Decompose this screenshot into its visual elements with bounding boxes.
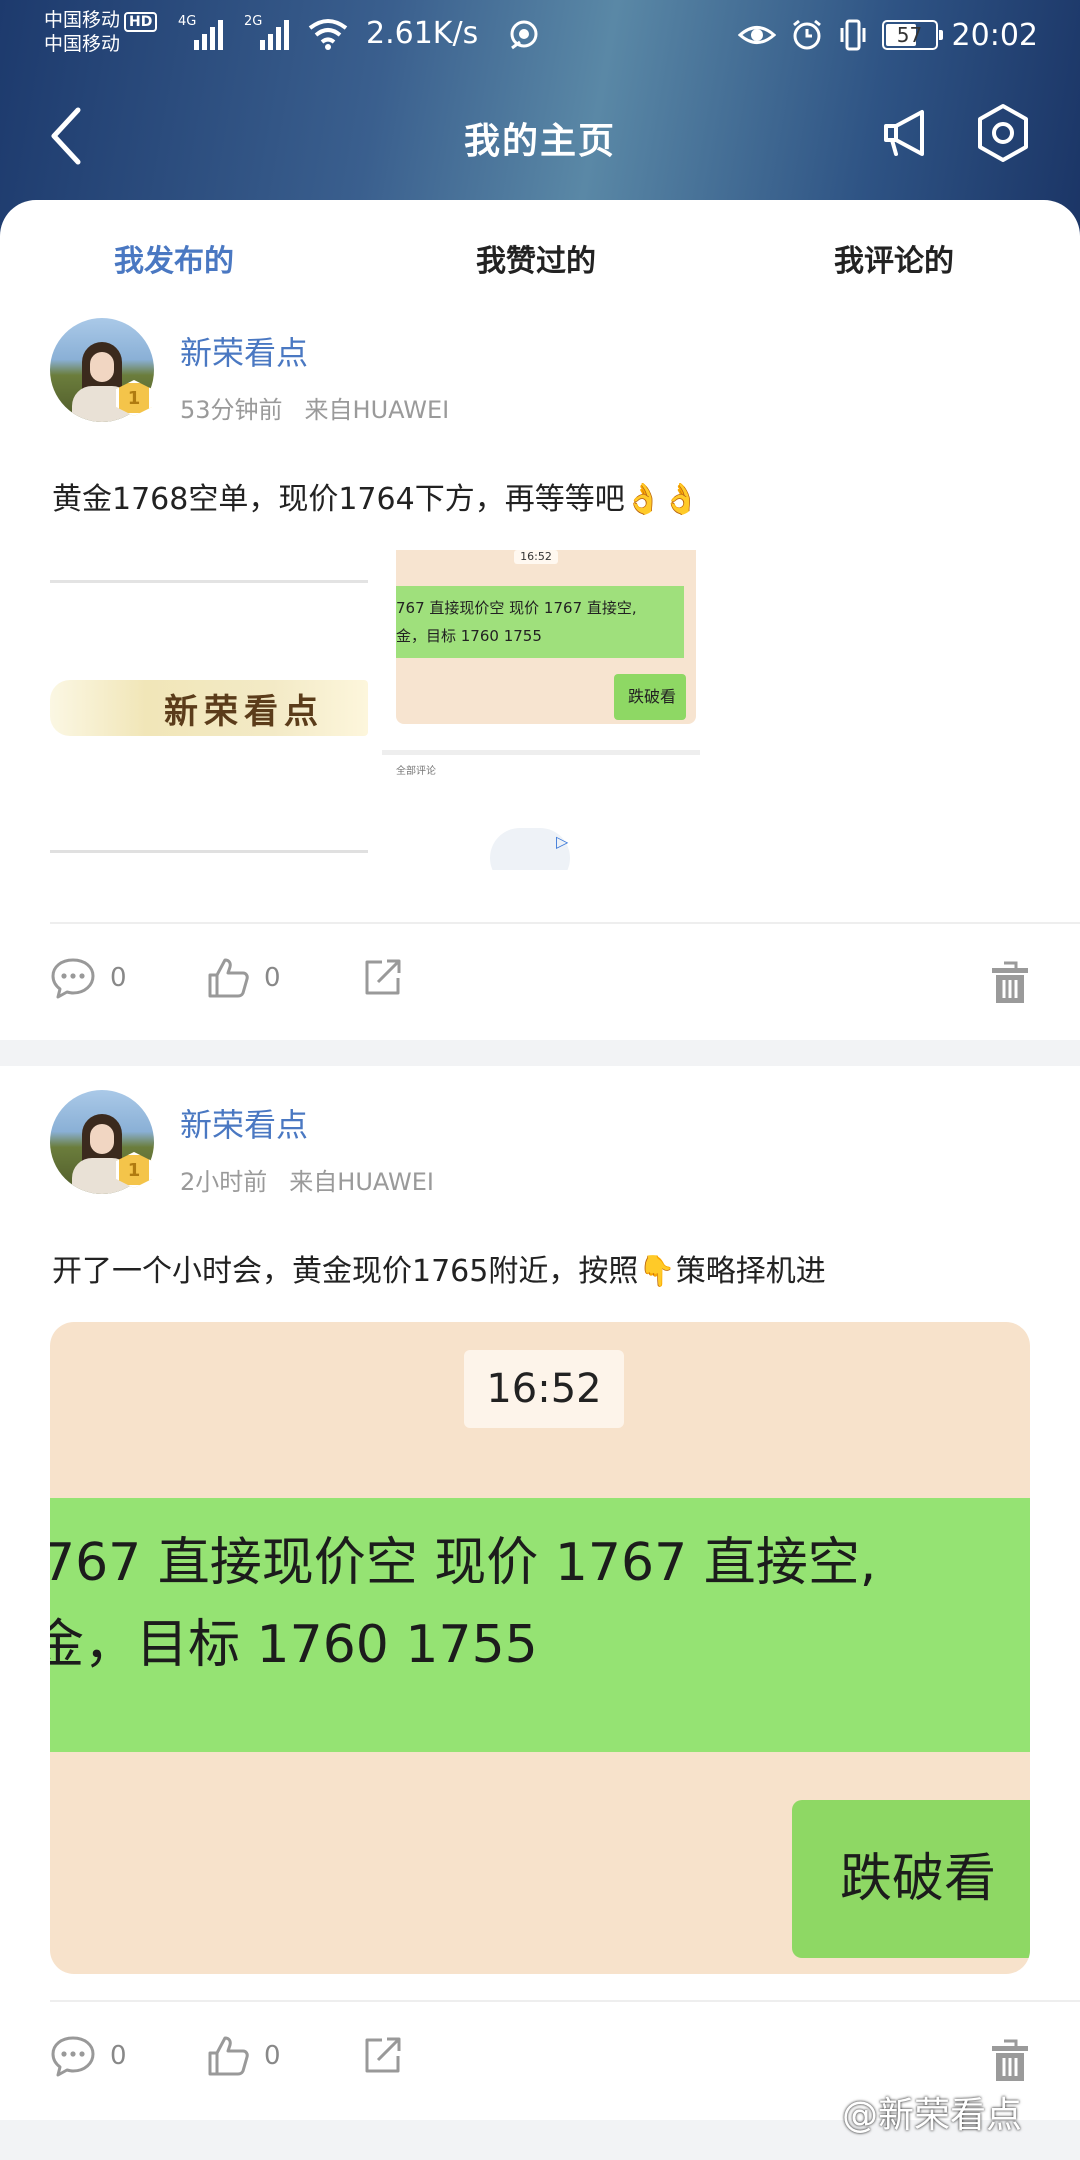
trash-icon[interactable] bbox=[990, 960, 1030, 1006]
app-root: 中国移动 HD 中国移动 4G 2G 2.61K/s 57 20:02 我的主页… bbox=[0, 0, 1080, 2160]
post-text: 黄金1768空单，现价1764下方，再等等吧👌👌 bbox=[52, 482, 700, 517]
post-text: 开了一个小时会，黄金现价1765附近，按照👇策略择机进 bbox=[52, 1254, 826, 1289]
hd-badge: HD bbox=[124, 12, 158, 32]
thumbs-up-icon bbox=[208, 2036, 249, 2076]
like-action[interactable]: 0 bbox=[206, 956, 281, 1000]
battery-indicator: 57 bbox=[881, 20, 943, 50]
comment-count: 0 bbox=[110, 2041, 127, 2071]
megaphone-icon[interactable] bbox=[878, 104, 938, 164]
section-gap bbox=[0, 1040, 1080, 1066]
send-icon: ▷ bbox=[556, 832, 569, 851]
clock: 20:02 bbox=[951, 17, 1038, 53]
like-action[interactable]: 0 bbox=[206, 2034, 281, 2078]
carrier-info: 中国移动 HD 中国移动 bbox=[44, 8, 158, 56]
chat-reply: 跌破看 bbox=[792, 1800, 1030, 1958]
comment-count: 0 bbox=[110, 963, 127, 993]
post-time: 53分钟前 bbox=[180, 396, 283, 424]
signal-2g-icon bbox=[260, 20, 289, 50]
chat-message: 767 直接现价空 现价 1767 直接空, 金，目标 1760 1755 bbox=[50, 1498, 1030, 1752]
chat-message: 767 直接现价空 现价 1767 直接空, 金，目标 1760 1755 bbox=[396, 586, 684, 658]
post-time: 2小时前 bbox=[180, 1168, 268, 1196]
share-icon bbox=[365, 959, 401, 995]
like-count: 0 bbox=[264, 963, 281, 993]
share-action[interactable] bbox=[362, 2034, 404, 2076]
post-meta: 53分钟前 来自HUAWEI bbox=[180, 390, 449, 425]
post-image-large[interactable]: 16:52 767 直接现价空 现价 1767 直接空, 金，目标 1760 1… bbox=[50, 1322, 1030, 1974]
chat-reply: 跌破看 bbox=[614, 674, 686, 720]
post-actions: 0 0 bbox=[0, 956, 1080, 1016]
comment-action[interactable]: 0 bbox=[50, 2034, 127, 2078]
chat-line-1: 767 直接现价空 现价 1767 直接空, bbox=[50, 1533, 877, 1593]
navigation-bar: 我的主页 bbox=[0, 90, 1080, 186]
comment-bubble-icon bbox=[51, 958, 95, 999]
tab-bar: 我发布的 我赞过的 我评论的 bbox=[0, 236, 1080, 280]
tab-my-posts[interactable]: 我发布的 bbox=[114, 236, 234, 280]
post-actions: 0 0 bbox=[0, 2034, 1080, 2094]
chat-time: 16:52 bbox=[464, 1350, 624, 1428]
signal-4g-icon bbox=[194, 20, 223, 50]
post-image-thumbnail-1[interactable]: 新荣看点 bbox=[50, 580, 368, 866]
share-action[interactable] bbox=[362, 956, 404, 998]
tab-my-likes[interactable]: 我赞过的 bbox=[476, 236, 596, 280]
post-image-thumbnail-2[interactable]: 16:52 767 直接现价空 现价 1767 直接空, 金，目标 1760 1… bbox=[382, 550, 700, 870]
post-source: 来自HUAWEI bbox=[289, 1168, 434, 1196]
chat-line-1: 767 直接现价空 现价 1767 直接空, bbox=[396, 599, 637, 617]
comment-bubble-icon bbox=[51, 2036, 95, 2077]
vibrate-icon bbox=[840, 19, 866, 51]
all-comments-label: 全部评论 bbox=[396, 766, 436, 777]
carrier-name-1: 中国移动 bbox=[44, 9, 121, 31]
status-bar: 中国移动 HD 中国移动 4G 2G 2.61K/s 57 20:02 bbox=[0, 0, 1080, 70]
share-icon bbox=[365, 2037, 401, 2073]
chat-time: 16:52 bbox=[514, 550, 558, 564]
chat-line-2: 金，目标 1760 1755 bbox=[50, 1615, 538, 1675]
eye-comfort-icon bbox=[737, 26, 776, 44]
divider bbox=[50, 2000, 1080, 2002]
post-source: 来自HUAWEI bbox=[304, 396, 450, 424]
status-right-group: 57 20:02 bbox=[737, 14, 1038, 56]
post-meta: 2小时前 来自HUAWEI bbox=[180, 1162, 434, 1197]
author-name[interactable]: 新荣看点 bbox=[180, 1100, 308, 1146]
author-name[interactable]: 新荣看点 bbox=[180, 328, 308, 374]
carrier-name-2: 中国移动 bbox=[44, 33, 121, 55]
settings-hexagon-icon[interactable] bbox=[970, 100, 1036, 166]
alarm-icon bbox=[792, 19, 821, 50]
tab-my-comments[interactable]: 我评论的 bbox=[834, 236, 954, 280]
banner-text: 新荣看点 bbox=[164, 692, 324, 732]
wifi-icon bbox=[308, 19, 348, 50]
comment-action[interactable]: 0 bbox=[50, 956, 127, 1000]
watermark: @新荣看点 bbox=[842, 2095, 1023, 2136]
like-count: 0 bbox=[264, 2041, 281, 2071]
battery-level: 57 bbox=[896, 23, 923, 47]
trash-icon[interactable] bbox=[990, 2038, 1030, 2084]
divider bbox=[50, 922, 1080, 924]
chat-line-2: 金，目标 1760 1755 bbox=[396, 627, 542, 645]
network-speed: 2.61K/s bbox=[366, 16, 479, 51]
hotspot-icon bbox=[510, 20, 538, 50]
thumbs-up-icon bbox=[208, 958, 249, 998]
